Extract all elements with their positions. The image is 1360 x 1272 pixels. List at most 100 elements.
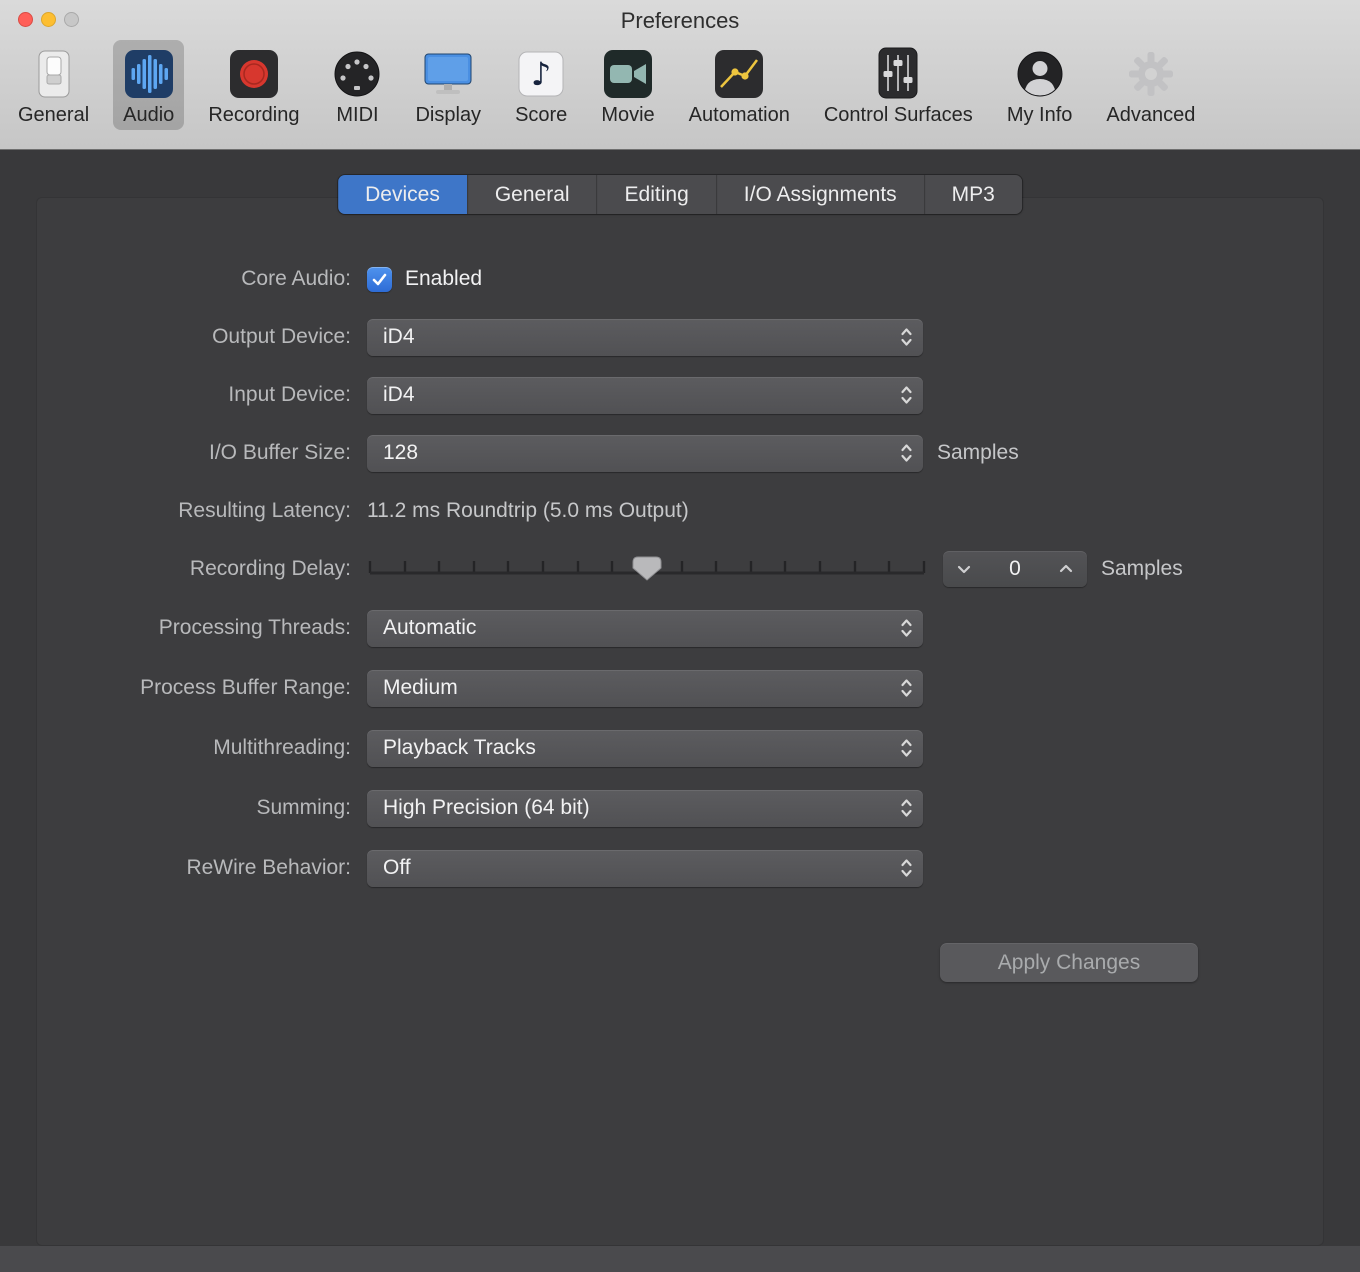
io-buffer-size-select[interactable]: 128 xyxy=(367,434,923,472)
process-buffer-range-select[interactable]: Medium xyxy=(367,669,923,707)
toolbar-label: Audio xyxy=(123,104,175,126)
input-device-label: Input Device: xyxy=(228,383,351,406)
movie-icon xyxy=(603,45,653,103)
updown-chevrons-icon xyxy=(899,383,914,407)
resulting-latency-value: 11.2 ms Roundtrip (5.0 ms Output) xyxy=(367,499,689,522)
chevron-down-icon xyxy=(957,565,971,574)
toolbar-item-movie[interactable]: Movie xyxy=(591,40,664,130)
output-device-label: Output Device: xyxy=(212,325,351,348)
processing-threads-label: Processing Threads: xyxy=(158,616,351,639)
tab-editing[interactable]: Editing xyxy=(596,175,716,214)
stepper-increment-button[interactable] xyxy=(1045,551,1087,587)
toolbar-item-control-surfaces[interactable]: Control Surfaces xyxy=(814,40,983,130)
samples-suffix: Samples xyxy=(1101,557,1183,580)
chevron-up-icon xyxy=(1059,564,1073,573)
control-surfaces-icon xyxy=(873,45,923,103)
core-audio-checkbox[interactable] xyxy=(367,266,392,292)
rewire-behavior-row: ReWire Behavior: Off xyxy=(37,838,1323,898)
toolbar-label: Recording xyxy=(208,104,300,126)
advanced-icon xyxy=(1126,45,1176,103)
titlebar: Preferences xyxy=(0,0,1360,40)
processing-threads-row: Processing Threads: Automatic xyxy=(37,598,1323,658)
multithreading-select[interactable]: Playback Tracks xyxy=(367,729,923,767)
processing-threads-select[interactable]: Automatic xyxy=(367,609,923,647)
updown-chevrons-icon xyxy=(899,616,914,640)
midi-icon xyxy=(333,45,381,103)
toolbar-label: Advanced xyxy=(1106,104,1196,126)
toolbar-item-recording[interactable]: Recording xyxy=(198,40,309,130)
audio-icon xyxy=(124,45,174,103)
updown-chevrons-icon xyxy=(899,325,914,349)
core-audio-checkbox-label: Enabled xyxy=(405,267,483,290)
tab-devices[interactable]: Devices xyxy=(338,175,467,214)
toolbar-item-score[interactable]: ♪ Score xyxy=(505,40,577,130)
toolbar-label: Display xyxy=(415,104,482,126)
io-buffer-size-label: I/O Buffer Size: xyxy=(208,441,351,464)
resulting-latency-label: Resulting Latency: xyxy=(178,499,351,522)
process-buffer-range-row: Process Buffer Range: Medium xyxy=(37,658,1323,718)
toolbar-label: Movie xyxy=(601,104,655,126)
window-header: Preferences General Audio Recording MIDI… xyxy=(0,0,1360,150)
devices-form: Core Audio: Enabled Output Device: iD4 I… xyxy=(37,198,1323,898)
updown-chevrons-icon xyxy=(899,441,914,465)
summing-row: Summing: High Precision (64 bit) xyxy=(37,778,1323,838)
toolbar-item-display[interactable]: Display xyxy=(405,40,491,130)
toolbar-label: My Info xyxy=(1006,104,1073,126)
recording-delay-slider[interactable] xyxy=(367,553,927,585)
input-device-row: Input Device: iD4 xyxy=(37,366,1323,424)
toolbar-item-audio[interactable]: Audio xyxy=(113,40,185,130)
output-device-select[interactable]: iD4 xyxy=(367,318,923,356)
close-button[interactable] xyxy=(18,12,33,27)
samples-suffix: Samples xyxy=(937,441,1019,464)
audio-preferences-content: Devices General Editing I/O Assignments … xyxy=(0,151,1360,1272)
multithreading-row: Multithreading: Playback Tracks xyxy=(37,718,1323,778)
input-device-select[interactable]: iD4 xyxy=(367,376,923,414)
updown-chevrons-icon xyxy=(899,856,914,880)
toolbar-item-automation[interactable]: Automation xyxy=(679,40,800,130)
toolbar-item-advanced[interactable]: Advanced xyxy=(1096,40,1205,130)
summing-select[interactable]: High Precision (64 bit) xyxy=(367,789,923,827)
zoom-button-disabled xyxy=(64,12,79,27)
window-footer xyxy=(0,1246,1360,1272)
window-controls xyxy=(18,12,79,27)
display-icon xyxy=(423,45,473,103)
recording-delay-label: Recording Delay: xyxy=(189,557,351,580)
rewire-behavior-select[interactable]: Off xyxy=(367,849,923,887)
toolbar-item-midi[interactable]: MIDI xyxy=(323,40,391,130)
apply-changes-button[interactable]: Apply Changes xyxy=(940,943,1198,982)
audio-tabs: Devices General Editing I/O Assignments … xyxy=(338,175,1022,214)
updown-chevrons-icon xyxy=(899,676,914,700)
minimize-button[interactable] xyxy=(41,12,56,27)
resulting-latency-row: Resulting Latency: 11.2 ms Roundtrip (5.… xyxy=(37,482,1323,540)
toolbar-label: General xyxy=(18,104,90,126)
toolbar-label: Control Surfaces xyxy=(823,104,973,126)
checkmark-icon xyxy=(372,273,387,285)
rewire-behavior-label: ReWire Behavior: xyxy=(186,856,351,879)
core-audio-label: Core Audio: xyxy=(241,267,351,290)
tab-io-assignments[interactable]: I/O Assignments xyxy=(715,175,924,214)
tab-mp3[interactable]: MP3 xyxy=(923,175,1022,214)
recording-delay-value: 0 xyxy=(1009,557,1021,580)
multithreading-label: Multithreading: xyxy=(213,736,351,759)
updown-chevrons-icon xyxy=(899,796,914,820)
automation-icon xyxy=(714,45,764,103)
output-device-row: Output Device: iD4 xyxy=(37,308,1323,366)
core-audio-row: Core Audio: Enabled xyxy=(37,250,1323,308)
recording-icon xyxy=(229,45,279,103)
slider-thumb xyxy=(632,556,662,581)
tab-general[interactable]: General xyxy=(466,175,597,214)
process-buffer-range-label: Process Buffer Range: xyxy=(140,676,351,699)
my-info-icon xyxy=(1016,45,1064,103)
recording-delay-row: Recording Delay: 0 Samples xyxy=(37,540,1323,598)
stepper-decrement-button[interactable] xyxy=(943,551,985,587)
recording-delay-stepper[interactable]: 0 xyxy=(943,551,1087,587)
toolbar-item-general[interactable]: General xyxy=(8,40,99,130)
io-buffer-size-row: I/O Buffer Size: 128 Samples xyxy=(37,424,1323,482)
toolbar-label: Score xyxy=(515,104,568,126)
toolbar-label: Automation xyxy=(688,104,790,126)
svg-text:♪: ♪ xyxy=(531,55,551,93)
toolbar-item-my-info[interactable]: My Info xyxy=(997,40,1083,130)
toolbar-label: MIDI xyxy=(336,104,379,126)
window-title: Preferences xyxy=(620,8,740,33)
summing-label: Summing: xyxy=(256,796,351,819)
